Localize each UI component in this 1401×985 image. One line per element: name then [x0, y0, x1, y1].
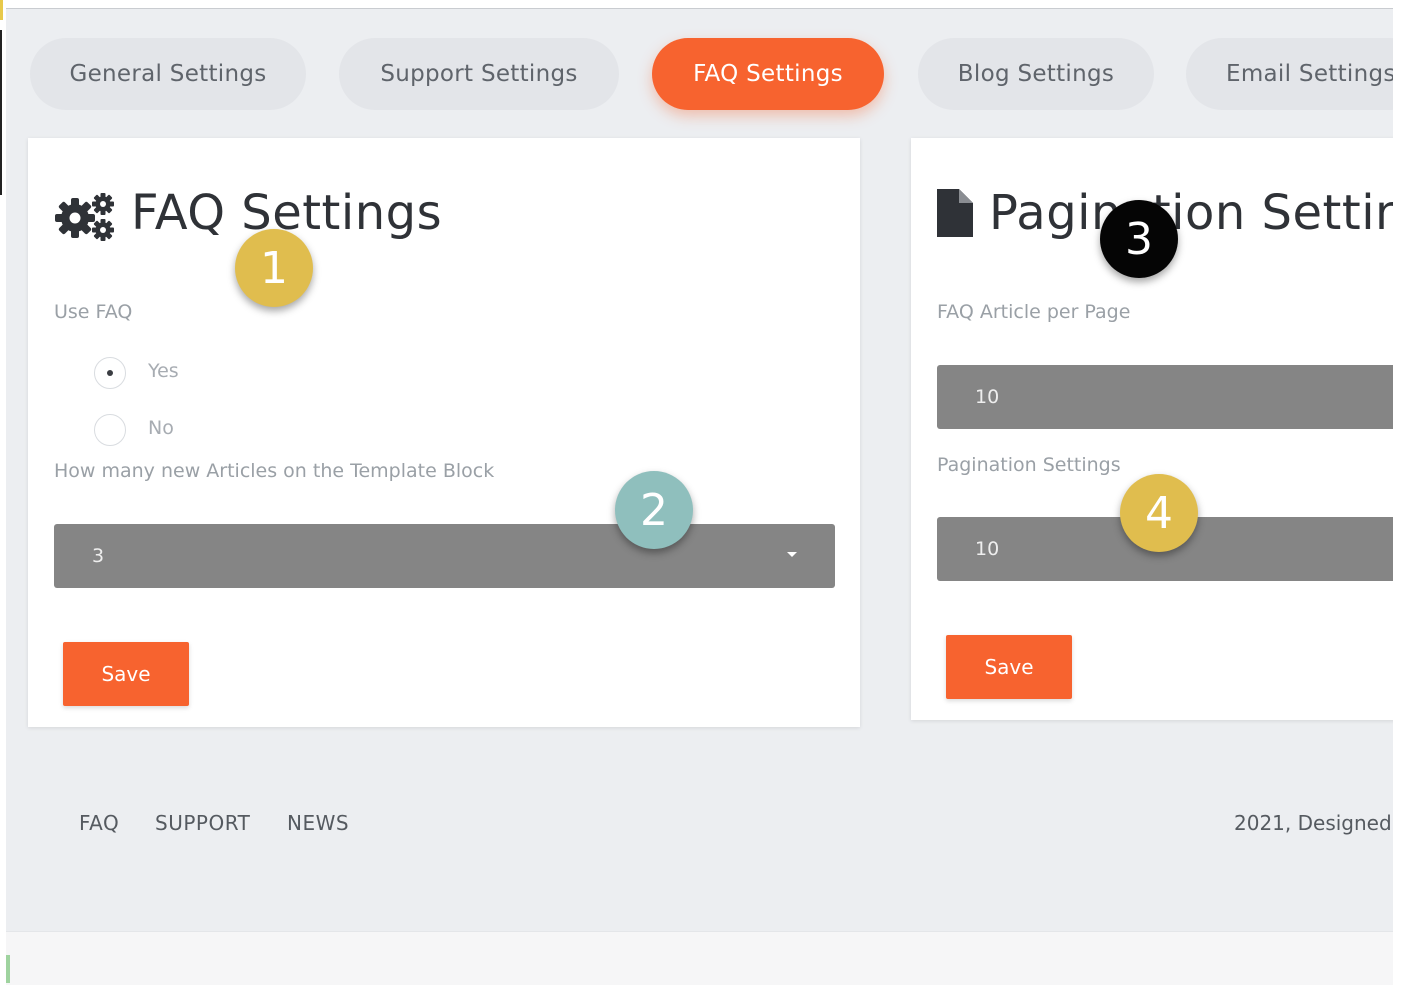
use-faq-label: Use FAQ	[54, 301, 133, 323]
annotation-marker-3: 3	[1100, 200, 1178, 278]
articles-count-select[interactable]: 3	[54, 524, 835, 588]
radio-no-label: No	[148, 417, 174, 439]
tab-support-settings[interactable]: Support Settings	[339, 38, 619, 110]
pagination-value: 10	[975, 538, 1000, 560]
annotation-marker-4: 4	[1120, 474, 1198, 552]
radio-yes-label: Yes	[148, 360, 179, 382]
tab-blog-settings[interactable]: Blog Settings	[918, 38, 1154, 110]
per-page-value: 10	[975, 386, 1000, 408]
annotation-marker-2: 2	[615, 471, 693, 549]
radio-selected-dot	[107, 370, 113, 376]
pagination-settings-title: Pagination Settings	[989, 185, 1393, 241]
faq-settings-card: FAQ Settings Use FAQ Yes No How many new…	[28, 138, 860, 727]
save-button[interactable]: Save	[63, 642, 189, 706]
footer-link-faq[interactable]: FAQ	[79, 811, 119, 835]
bottom-bar	[6, 931, 1393, 985]
footer-link-support[interactable]: SUPPORT	[155, 811, 250, 835]
settings-page: General Settings Support Settings FAQ Se…	[6, 8, 1393, 985]
annotation-marker-1: 1	[235, 229, 313, 307]
radio-yes[interactable]	[94, 357, 126, 389]
file-icon	[937, 189, 973, 237]
tab-general-settings[interactable]: General Settings	[30, 38, 306, 110]
tab-label: FAQ Settings	[693, 61, 843, 87]
radio-no[interactable]	[94, 414, 126, 446]
edge-accent-bottom	[6, 955, 10, 983]
save-button[interactable]: Save	[946, 635, 1072, 699]
edge-line	[0, 30, 2, 195]
tab-label: Blog Settings	[957, 61, 1115, 87]
chevron-down-icon	[787, 552, 797, 557]
pagination-label: Pagination Settings	[937, 454, 1121, 476]
tab-label: General Settings	[69, 61, 267, 87]
footer-link-news[interactable]: NEWS	[287, 811, 349, 835]
footer-copyright: 2021, Designed	[1234, 811, 1392, 835]
articles-count-value: 3	[92, 545, 105, 567]
per-page-label: FAQ Article per Page	[937, 301, 1131, 323]
tab-faq-settings[interactable]: FAQ Settings	[652, 38, 884, 110]
articles-count-label: How many new Articles on the Template Bl…	[54, 460, 495, 482]
tab-label: Email Settings	[1226, 61, 1393, 87]
tab-email-settings[interactable]: Email Settings	[1186, 38, 1393, 110]
edge-accent	[0, 0, 3, 20]
tab-label: Support Settings	[380, 61, 578, 87]
per-page-input[interactable]: 10	[937, 365, 1393, 429]
cogs-icon	[55, 193, 114, 241]
